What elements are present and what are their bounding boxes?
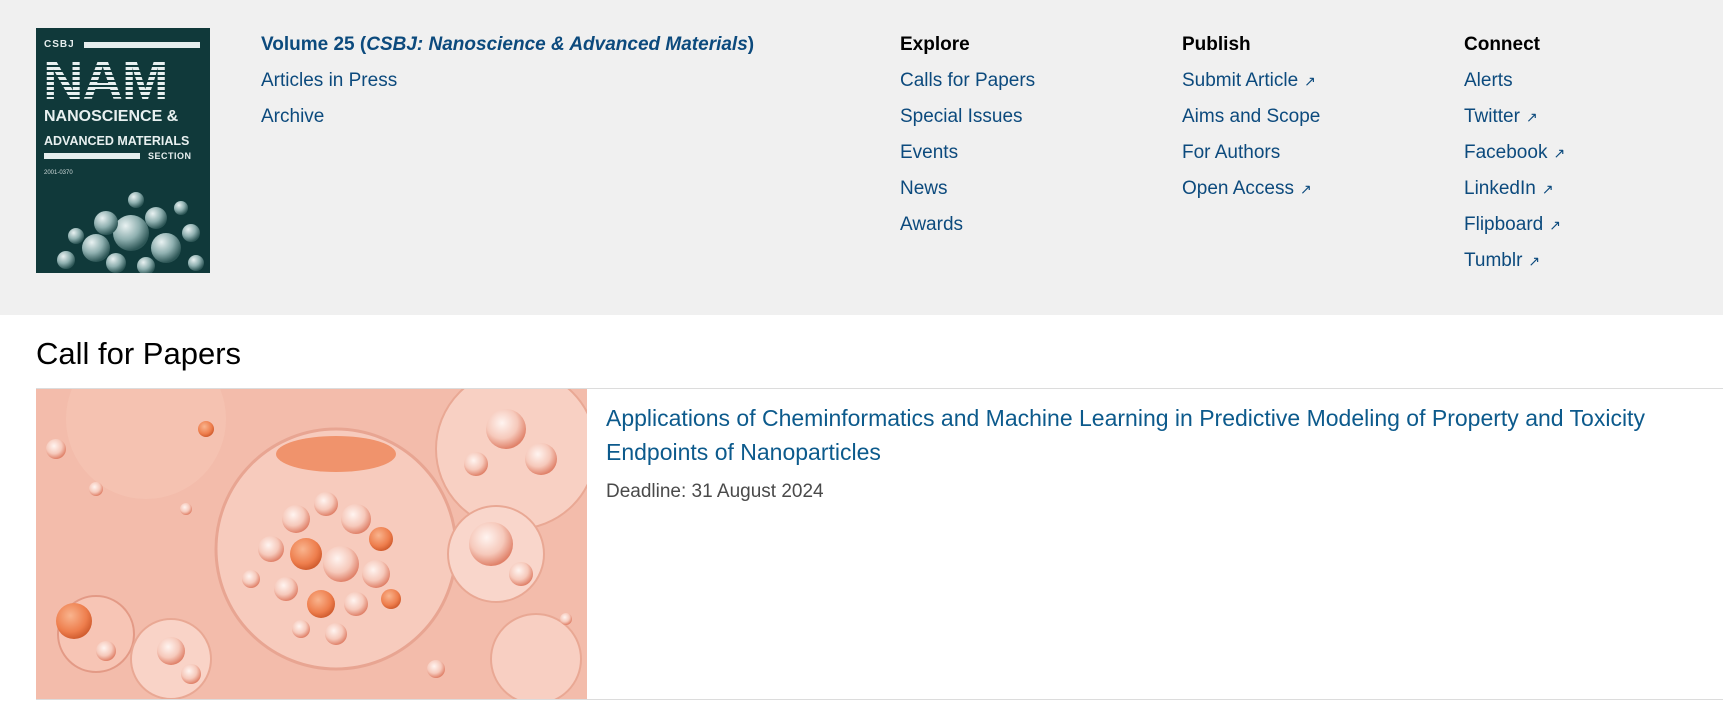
external-link-icon: ↗ [1541, 181, 1554, 197]
external-link-icon: ↗ [1553, 145, 1566, 161]
for-authors-link[interactable]: For Authors [1182, 142, 1280, 164]
facebook-link[interactable]: Facebook ↗ [1464, 142, 1565, 164]
call-for-papers-deadline: Deadline: 31 August 2024 [606, 481, 824, 502]
twitter-link[interactable]: Twitter ↗ [1464, 106, 1538, 128]
awards-link[interactable]: Awards [900, 214, 963, 236]
cover-subtitle-1: NANOSCIENCE & [44, 108, 179, 125]
external-link-icon: ↗ [1528, 253, 1541, 269]
archive-link[interactable]: Archive [261, 106, 324, 128]
external-link-icon: ↗ [1299, 181, 1312, 197]
special-issues-link[interactable]: Special Issues [900, 106, 1023, 128]
external-link-icon: ↗ [1304, 73, 1316, 89]
cover-subtitle-2: ADVANCED MATERIALS [44, 134, 190, 148]
bubbles-image[interactable] [36, 389, 587, 699]
cover-big-title: NAM [43, 48, 169, 111]
alerts-link[interactable]: Alerts [1464, 70, 1513, 92]
aims-and-scope-link[interactable]: Aims and Scope [1182, 106, 1320, 128]
cover-section-label: SECTION [148, 151, 192, 161]
external-link-icon: ↗ [1549, 217, 1561, 233]
call-for-papers-card: Applications of Cheminformatics and Mach… [36, 388, 1723, 700]
calls-for-papers-link[interactable]: Calls for Papers [900, 70, 1035, 92]
cover-molecules-icon [57, 192, 204, 273]
open-access-link[interactable]: Open Access ↗ [1182, 178, 1312, 200]
connect-heading: Connect [1464, 34, 1540, 55]
journal-cover-image[interactable]: CSBJ NAM NANOSCIENCE & ADVANCED MATERIAL… [36, 28, 210, 273]
call-for-papers-title-link[interactable]: Applications of Cheminformatics and Mach… [606, 401, 1716, 469]
flipboard-link[interactable]: Flipboard ↗ [1464, 214, 1561, 236]
header-panel: CSBJ NAM NANOSCIENCE & ADVANCED MATERIAL… [0, 0, 1723, 315]
submit-article-link[interactable]: Submit Article ↗ [1182, 70, 1316, 92]
volume-link[interactable]: Volume 25 (CSBJ: Nanoscience & Advanced … [261, 34, 754, 56]
linkedin-link[interactable]: LinkedIn ↗ [1464, 178, 1554, 200]
bubbles-icon [36, 389, 587, 699]
external-link-icon: ↗ [1525, 109, 1538, 125]
publish-heading: Publish [1182, 34, 1251, 55]
cover-issn: 2001-0370 [44, 170, 73, 176]
tumblr-link[interactable]: Tumblr ↗ [1464, 250, 1540, 272]
explore-heading: Explore [900, 34, 970, 55]
news-link[interactable]: News [900, 178, 948, 200]
call-for-papers-heading: Call for Papers [36, 336, 242, 371]
events-link[interactable]: Events [900, 142, 958, 164]
articles-in-press-link[interactable]: Articles in Press [261, 70, 397, 92]
